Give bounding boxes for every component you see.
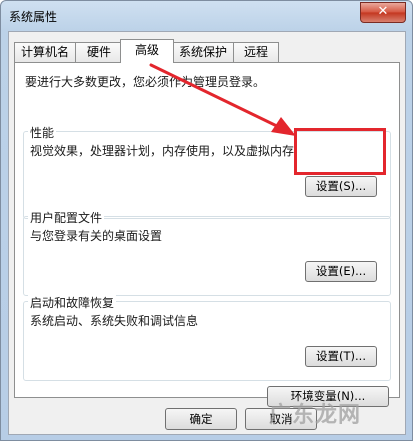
watermark: 广东龙网 <box>269 403 362 428</box>
annotation-arrow <box>149 63 296 136</box>
system-properties-window: 系统属性 ✕ 计算机名 硬件 高级 系统保护 远程 要进行大多数更改，您必须作为… <box>0 0 413 441</box>
tab-advanced[interactable]: 高级 <box>120 39 174 63</box>
